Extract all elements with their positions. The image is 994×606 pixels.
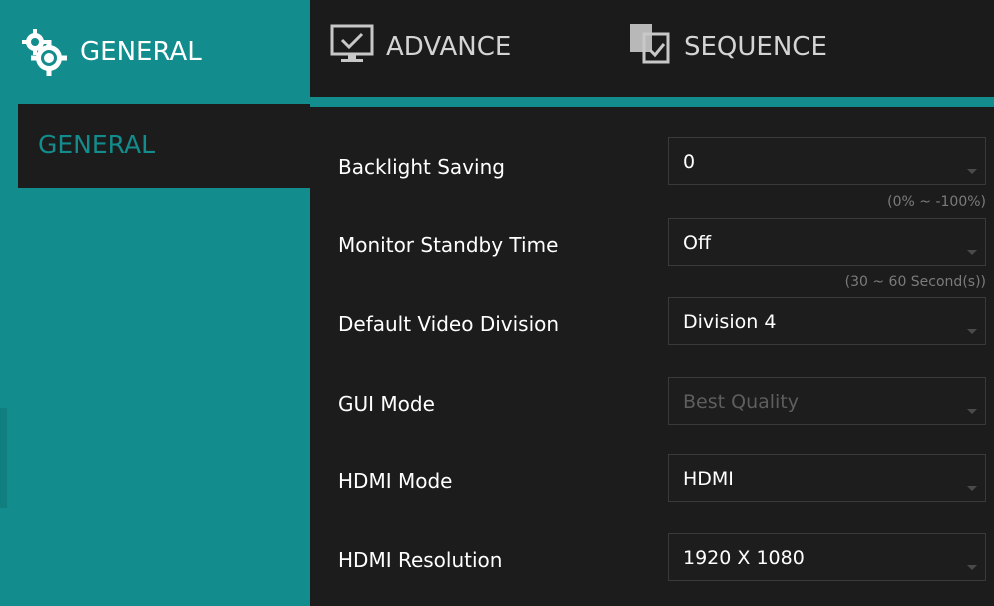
gui-mode-select[interactable]: Best Quality — [668, 377, 986, 425]
sidebar: GENERAL — [0, 104, 310, 606]
monitor-standby-time-select[interactable]: Off — [668, 218, 986, 266]
hdmi-mode-value: HDMI — [683, 468, 734, 490]
backlight-saving-value: 0 — [683, 151, 696, 173]
tab-bar: ADVANCE SEQUENCE — [310, 0, 994, 97]
chevron-down-icon — [967, 565, 977, 570]
hdmi-resolution-label: HDMI Resolution — [338, 548, 503, 572]
backlight-saving-label: Backlight Saving — [338, 155, 505, 179]
hdmi-resolution-value: 1920 X 1080 — [683, 547, 805, 569]
tab-sequence-label: SEQUENCE — [684, 32, 827, 62]
tab-advance[interactable]: ADVANCE — [330, 22, 511, 72]
backlight-saving-hint: (0% ~ -100%) — [887, 194, 986, 210]
sidebar-item-label: GENERAL — [38, 130, 156, 159]
sidebar-divider — [0, 408, 7, 508]
hdmi-mode-label: HDMI Mode — [338, 469, 453, 493]
gears-icon — [20, 28, 68, 76]
default-video-division-value: Division 4 — [683, 311, 777, 333]
chevron-down-icon — [967, 409, 977, 414]
monitor-check-icon — [330, 24, 374, 71]
hdmi-resolution-select[interactable]: 1920 X 1080 — [668, 533, 986, 581]
tab-advance-label: ADVANCE — [386, 32, 512, 62]
gui-mode-value: Best Quality — [683, 391, 800, 413]
default-video-division-label: Default Video Division — [338, 312, 560, 336]
monitor-standby-time-hint: (30 ~ 60 Second(s)) — [844, 274, 986, 290]
monitor-standby-time-label: Monitor Standby Time — [338, 233, 559, 257]
tab-accent-strip — [310, 97, 994, 107]
tab-general-label: GENERAL — [80, 37, 202, 67]
chevron-down-icon — [967, 250, 977, 255]
tab-general[interactable]: GENERAL — [0, 0, 310, 104]
backlight-saving-select[interactable]: 0 — [668, 137, 986, 185]
hdmi-mode-select[interactable]: HDMI — [668, 454, 986, 502]
sidebar-item-general[interactable]: GENERAL — [18, 104, 310, 188]
default-video-division-select[interactable]: Division 4 — [668, 297, 986, 345]
settings-panel: Backlight Saving 0 (0% ~ -100%) Monitor … — [310, 107, 994, 606]
chevron-down-icon — [967, 486, 977, 491]
chevron-down-icon — [967, 329, 977, 334]
chevron-down-icon — [967, 169, 977, 174]
gui-mode-label: GUI Mode — [338, 392, 435, 416]
monitor-standby-time-value: Off — [683, 232, 712, 254]
tab-sequence[interactable]: SEQUENCE — [628, 22, 827, 72]
sequence-icon — [628, 22, 672, 73]
